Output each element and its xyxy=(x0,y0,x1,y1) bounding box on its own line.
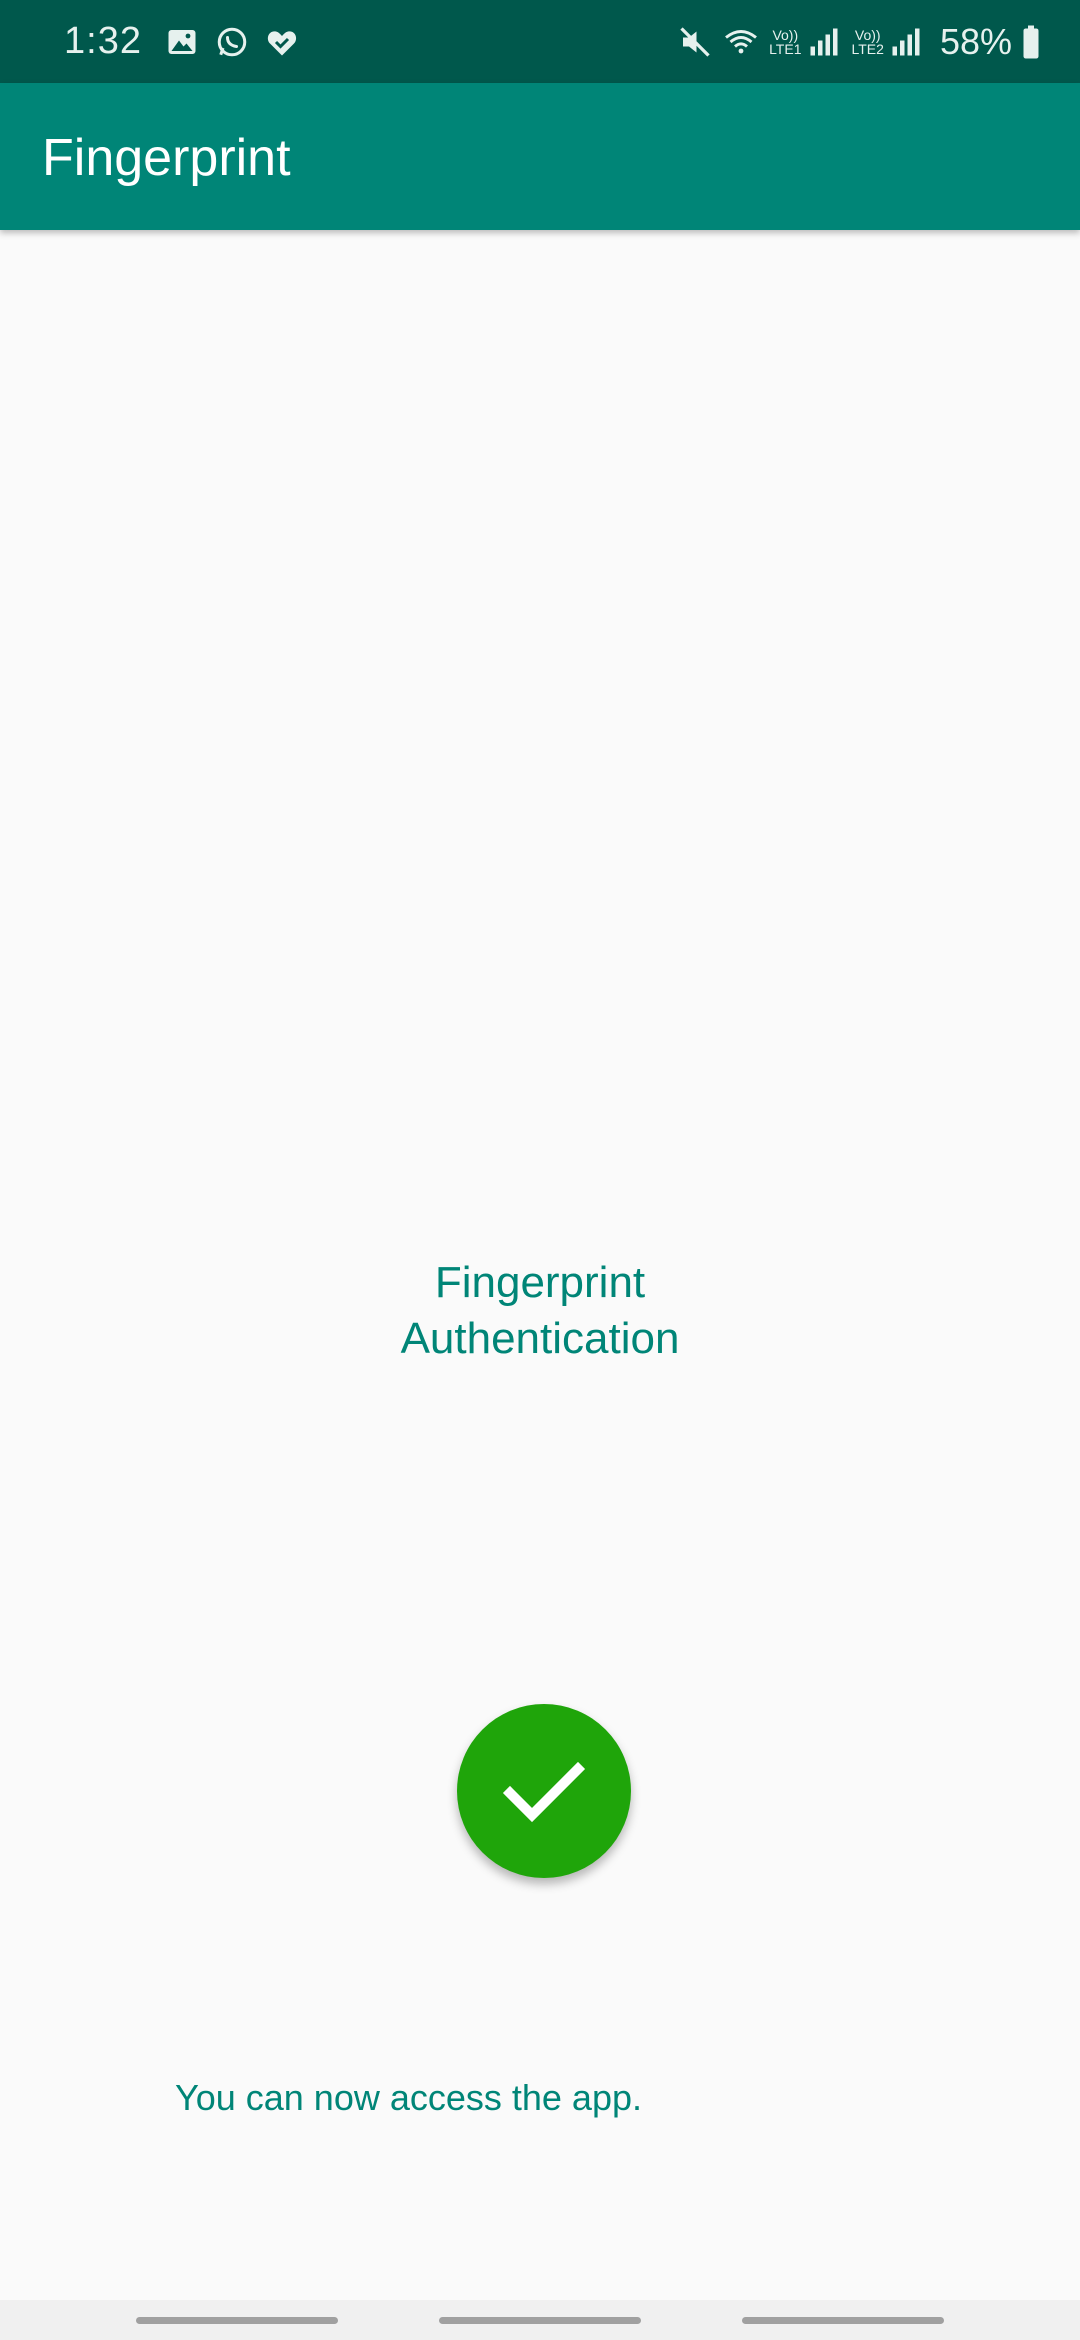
nav-home-button[interactable] xyxy=(439,2317,641,2324)
signal-sim2-icon xyxy=(888,24,924,60)
nav-recents-button[interactable] xyxy=(136,2317,338,2324)
sim1-label: Vo)) LTE1 xyxy=(769,28,801,56)
battery-percent: 58% xyxy=(939,20,1012,62)
gallery-icon xyxy=(164,24,200,60)
access-message: You can now access the app. xyxy=(175,2077,642,2118)
status-time: 1:32 xyxy=(64,20,142,62)
signal-sim1-icon xyxy=(806,24,842,60)
sim2-label: Vo)) LTE2 xyxy=(852,28,884,56)
nav-back-button[interactable] xyxy=(742,2317,944,2324)
sim2-lte-label: LTE2 xyxy=(851,40,884,57)
wifi-icon xyxy=(723,24,759,60)
check-icon xyxy=(502,1761,586,1823)
status-right: Vo)) LTE1 Vo)) LTE2 58% xyxy=(677,0,1042,83)
sim2-volte-label: Vo)) xyxy=(854,26,881,43)
app-bar: Fingerprint xyxy=(0,83,1080,230)
app-title: Fingerprint xyxy=(42,129,291,187)
whatsapp-icon xyxy=(214,24,250,60)
mute-icon xyxy=(677,24,713,60)
sim1-volte-label: Vo)) xyxy=(772,26,799,43)
sim1-lte-label: LTE1 xyxy=(769,40,802,57)
auth-title-line2: Authentication xyxy=(400,1314,680,1363)
success-badge xyxy=(457,1704,631,1878)
status-left: 1:32 xyxy=(64,0,314,83)
auth-title: Fingerprint Authentication xyxy=(0,1255,1080,1367)
navigation-bar xyxy=(0,2300,1080,2340)
status-bar: 1:32 Vo)) LTE1 Vo)) LTE2 58% xyxy=(0,0,1080,83)
health-heart-icon xyxy=(264,24,300,60)
auth-title-line1: Fingerprint xyxy=(434,1258,646,1307)
battery-icon xyxy=(1020,24,1042,60)
